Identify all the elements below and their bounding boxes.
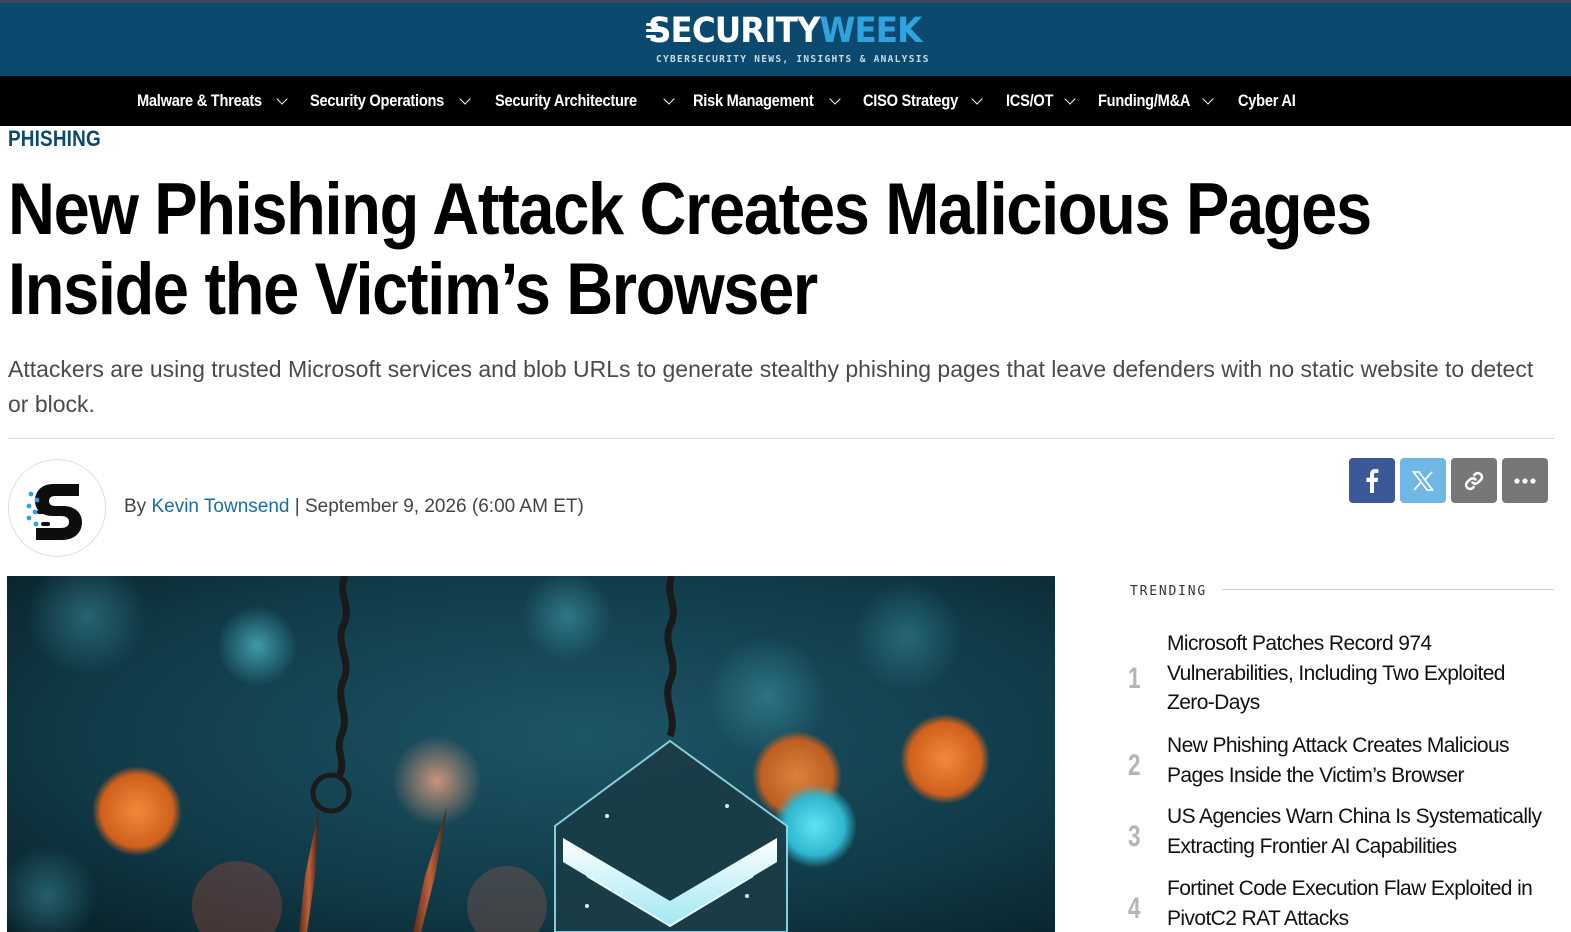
chevron-down-icon <box>459 93 471 105</box>
publish-date: September 9, 2026 (6:00 AM ET) <box>305 496 584 517</box>
share-x-button[interactable] <box>1400 458 1446 503</box>
chevron-down-icon <box>276 93 288 105</box>
author-avatar[interactable] <box>8 459 106 557</box>
trending-title: Microsoft Patches Record 974 Vulnerabili… <box>1167 632 1505 714</box>
trending-title: New Phishing Attack Creates Malicious Pa… <box>1167 734 1510 787</box>
nav-item-label: Malware & Threats <box>137 91 262 110</box>
logo-tagline: CYBERSECURITY NEWS, INSIGHTS & ANALYSIS <box>656 54 930 65</box>
trending-rank: 2 <box>1128 749 1141 782</box>
nav-item-risk-management[interactable]: Risk Management <box>693 76 841 126</box>
logo-text-primary: SECURITY <box>648 11 820 51</box>
trending-rank: 4 <box>1128 892 1141 925</box>
nav-item-funding-ma[interactable]: Funding/M&A <box>1098 76 1214 126</box>
byline: By Kevin Townsend | September 9, 2026 (6… <box>124 496 584 518</box>
trending-item-2[interactable]: 2 New Phishing Attack Creates Malicious … <box>1128 731 1558 793</box>
trending-item-1[interactable]: 1 Microsoft Patches Record 974 Vulnerabi… <box>1128 629 1558 719</box>
trending-rank: 1 <box>1128 662 1141 695</box>
chevron-down-icon <box>1064 93 1076 105</box>
x-icon <box>1412 470 1434 491</box>
nav-item-ics-ot[interactable]: ICS/OT <box>1006 76 1076 126</box>
share-facebook-button[interactable] <box>1349 458 1395 503</box>
article-title: New Phishing Attack Creates Malicious Pa… <box>8 169 1372 330</box>
byline-prefix: By <box>124 496 147 517</box>
chevron-down-icon <box>971 93 983 105</box>
byline-separator: | <box>294 496 300 517</box>
trending-rank: 3 <box>1128 820 1141 853</box>
category-label[interactable]: PHISHING <box>8 126 101 152</box>
more-share-button[interactable] <box>1502 458 1548 503</box>
hero-image <box>7 576 1055 932</box>
chevron-down-icon <box>829 93 841 105</box>
logo-wordmark: SECURITYWEEK <box>648 9 923 53</box>
trending-item-4[interactable]: 4 Fortinet Code Execution Flaw Exploited… <box>1128 874 1558 932</box>
masthead: SECURITYWEEK CYBERSECURITY NEWS, INSIGHT… <box>0 3 1571 76</box>
nav-item-security-architecture[interactable]: Security Architecture <box>495 76 675 126</box>
nav-item-label: Cyber AI <box>1238 91 1296 110</box>
link-icon <box>1464 471 1484 490</box>
nav-item-label: Risk Management <box>693 91 814 110</box>
facebook-icon <box>1366 468 1379 493</box>
chevron-down-icon <box>663 93 675 105</box>
author-link[interactable]: Kevin Townsend <box>151 496 289 517</box>
nav-item-cyber-ai[interactable]: Cyber AI <box>1238 76 1305 126</box>
site-logo[interactable]: SECURITYWEEK CYBERSECURITY NEWS, INSIGHT… <box>646 9 928 69</box>
more-icon <box>1514 477 1536 484</box>
nav-item-label: CISO Strategy <box>863 91 958 110</box>
copy-link-button[interactable] <box>1451 458 1497 503</box>
trending-title: Fortinet Code Execution Flaw Exploited i… <box>1167 877 1533 930</box>
nav-item-label: Security Operations <box>310 91 445 110</box>
main-nav: Malware & Threats Security Operations Se… <box>0 76 1571 126</box>
article-dek: Attackers are using trusted Microsoft se… <box>8 356 1534 417</box>
divider <box>8 438 1554 439</box>
trending-heading: TRENDING <box>1130 584 1208 599</box>
trending-title: US Agencies Warn China Is Systematically… <box>1167 805 1542 858</box>
nav-item-ciso-strategy[interactable]: CISO Strategy <box>863 76 983 126</box>
nav-item-label: ICS/OT <box>1006 91 1054 110</box>
nav-item-label: Funding/M&A <box>1098 91 1191 110</box>
nav-item-security-operations[interactable]: Security Operations <box>310 76 471 126</box>
trending-item-3[interactable]: 3 US Agencies Warn China Is Systematical… <box>1128 802 1558 864</box>
trending-divider <box>1222 589 1554 590</box>
logo-text-accent: WEEK <box>819 11 923 51</box>
chevron-down-icon <box>1202 93 1214 105</box>
nav-item-label: Security Architecture <box>495 91 637 110</box>
nav-item-malware-threats[interactable]: Malware & Threats <box>137 76 288 126</box>
